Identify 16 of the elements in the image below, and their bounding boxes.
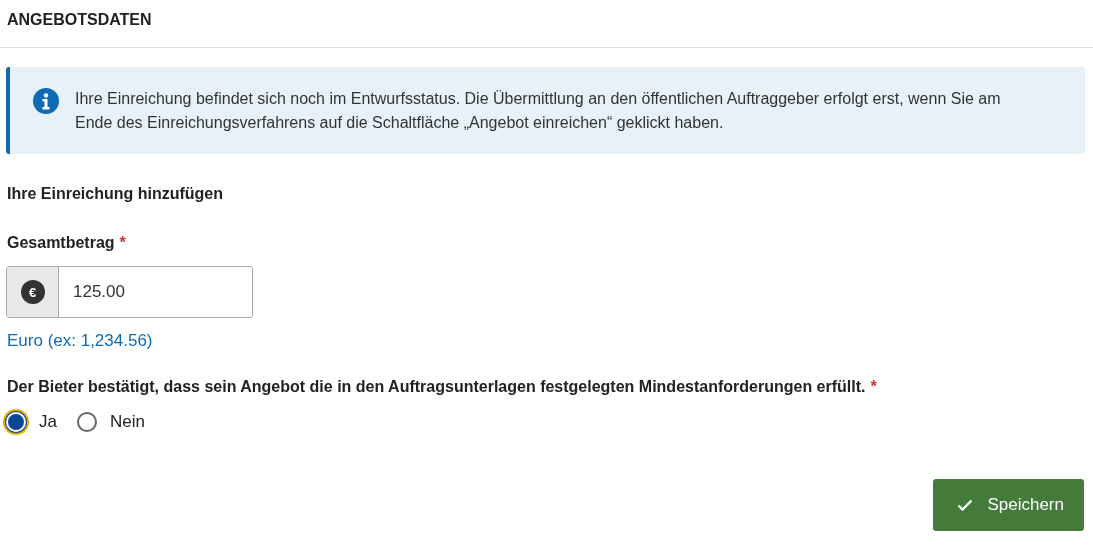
field-label: Gesamtbetrag xyxy=(7,234,115,251)
amount-field[interactable]: € 125.00 xyxy=(6,266,253,318)
info-icon xyxy=(33,88,59,114)
currency-badge: € xyxy=(20,280,45,304)
radio-label[interactable]: Nein xyxy=(109,412,145,432)
section-title: ANGEBOTSDATEN xyxy=(0,0,1093,48)
save-button[interactable]: Speichern xyxy=(933,479,1084,531)
field-hint: Euro (ex: 1,234.56) xyxy=(7,331,154,351)
info-text: Ihre Einreichung befindet sich noch im Entwurfsstatus. Die Übermittlung an den öffentlichen Auftraggeber erfolgt erst, wenn Sie am Ende des Einreichungsverfahrens auf die Schaltfläche „Angebot einreichen“ geklickt haben. xyxy=(75,89,1002,133)
required-mark: * xyxy=(870,378,877,395)
radio-button[interactable] xyxy=(76,412,97,432)
check-icon xyxy=(957,499,974,511)
subheading: Ihre Einreichung hinzufügen xyxy=(7,185,224,203)
question-label: Der Bieter bestätigt, dass sein Angebot die in den Auftragsunterlagen festgelegten Mindestanforderungen erfüllt. xyxy=(7,378,866,395)
required-mark: * xyxy=(119,234,126,251)
radio-label[interactable]: Ja xyxy=(39,412,57,432)
